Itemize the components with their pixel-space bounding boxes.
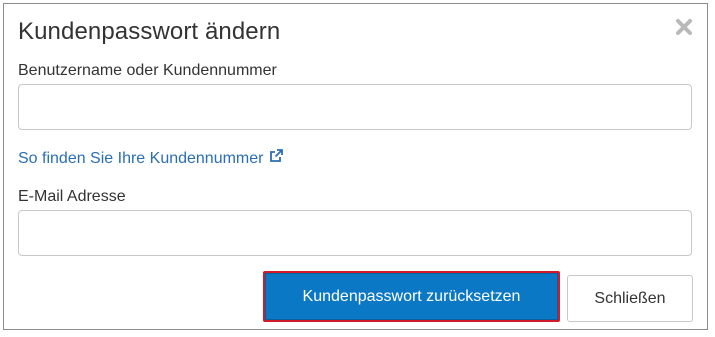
username-label: Benutzername oder Kundennummer bbox=[18, 62, 277, 79]
reset-password-button[interactable]: Kundenpasswort zurücksetzen bbox=[263, 271, 560, 322]
email-input[interactable] bbox=[18, 210, 692, 256]
dialog-title: Kundenpasswort ändern bbox=[18, 18, 281, 45]
username-input[interactable] bbox=[18, 84, 692, 130]
close-button[interactable]: Schließen bbox=[567, 275, 693, 322]
close-icon[interactable] bbox=[673, 16, 695, 38]
external-link-icon bbox=[268, 148, 284, 169]
find-customer-number-link-text: So finden Sie Ihre Kundennummer bbox=[18, 149, 264, 167]
change-password-dialog: Kundenpasswort ändern Benutzername oder … bbox=[3, 3, 708, 330]
find-customer-number-link[interactable]: So finden Sie Ihre Kundennummer bbox=[18, 148, 284, 169]
email-label: E-Mail Adresse bbox=[18, 188, 126, 205]
